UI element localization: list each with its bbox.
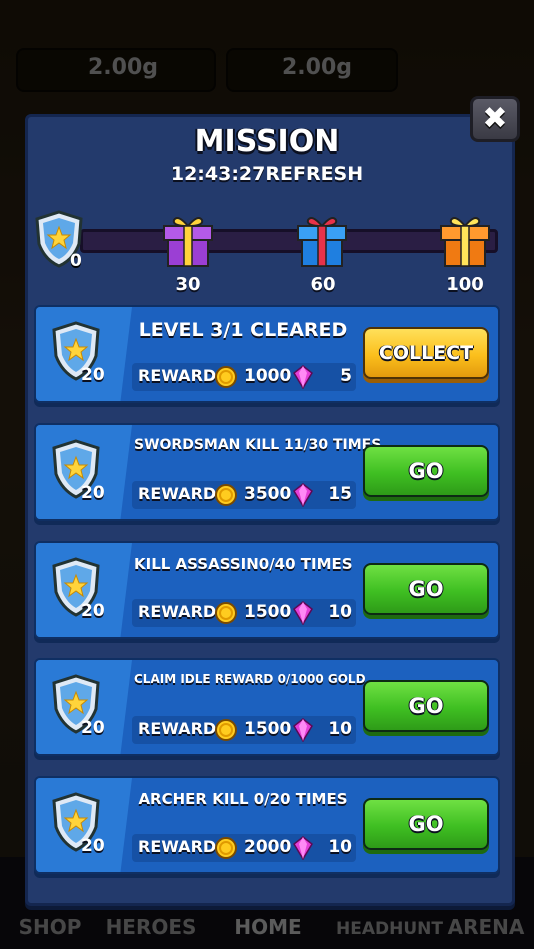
reward-gold-amount: 1500 [244, 602, 292, 622]
go-button[interactable]: GO [363, 680, 489, 732]
mission-title: KILL ASSASSIN0/40 TIMES [134, 555, 353, 573]
reward-label: REWARD [138, 366, 217, 385]
reward-gold-amount: 2000 [244, 837, 292, 857]
mission-points: 20 [81, 601, 105, 621]
gem-icon [293, 601, 313, 625]
mission-points: 20 [81, 718, 105, 738]
reward-gold-amount: 1000 [244, 366, 292, 386]
go-button[interactable]: GO [363, 798, 489, 850]
mission-card-3: 20 KILL ASSASSIN0/40 TIMES REWARD 1500 1… [34, 541, 500, 639]
reward-row: REWARD 1500 10 [132, 716, 356, 744]
mission-progress-bar [80, 229, 498, 253]
gift-box-icon-purple[interactable] [160, 212, 216, 268]
mission-title: LEVEL 3/1 CLEARED [138, 319, 348, 341]
gold-coin-icon [215, 484, 237, 506]
reward-gold-amount: 3500 [244, 484, 292, 504]
reward-gem-amount: 5 [340, 366, 352, 386]
reward-gold-amount: 1500 [244, 719, 292, 739]
mission-title: ARCHER KILL 0/20 TIMES [138, 790, 348, 808]
mission-card-5: 20 ARCHER KILL 0/20 TIMES REWARD 2000 10… [34, 776, 500, 874]
reward-label: REWARD [138, 837, 217, 856]
gem-icon [293, 483, 313, 507]
gift-box-icon-orange[interactable] [437, 212, 493, 268]
go-button[interactable]: GO [363, 563, 489, 615]
progress-current: 0 [70, 251, 82, 271]
mission-points: 20 [81, 836, 105, 856]
reward-gem-amount: 10 [328, 837, 352, 857]
collect-button[interactable]: COLLECT [363, 327, 489, 379]
mission-card-4: 20 CLAIM IDLE REWARD 0/1000 GOLD REWARD … [34, 658, 500, 756]
milestone-label-60: 60 [310, 274, 336, 295]
gift-box-icon-blue[interactable] [294, 212, 350, 268]
mission-card-1: 20 LEVEL 3/1 CLEARED REWARD 1000 5 COLLE… [34, 305, 500, 403]
gold-coin-icon [215, 719, 237, 741]
reward-gem-amount: 10 [328, 602, 352, 622]
mission-points: 20 [81, 483, 105, 503]
milestone-label-30: 30 [175, 274, 201, 295]
reward-row: REWARD 3500 15 [132, 481, 356, 509]
mission-title: SWORDSMAN KILL 11/30 TIMES [134, 437, 382, 453]
modal-title: MISSION [194, 124, 340, 159]
gold-coin-icon [215, 602, 237, 624]
reward-label: REWARD [138, 719, 217, 738]
milestone-label-100: 100 [446, 274, 484, 295]
gem-icon [293, 365, 313, 389]
reward-row: REWARD 2000 10 [132, 834, 356, 862]
reward-gem-amount: 15 [328, 484, 352, 504]
mission-points: 20 [81, 365, 105, 385]
mission-card-2: 20 SWORDSMAN KILL 11/30 TIMES REWARD 350… [34, 423, 500, 521]
mission-title: CLAIM IDLE REWARD 0/1000 GOLD [134, 672, 366, 686]
reward-row: REWARD 1500 10 [132, 599, 356, 627]
reward-label: REWARD [138, 484, 217, 503]
reward-gem-amount: 10 [328, 719, 352, 739]
gold-coin-icon [215, 366, 237, 388]
gold-coin-icon [215, 837, 237, 859]
reward-row: REWARD 1000 5 [132, 363, 356, 391]
gem-icon [293, 718, 313, 742]
refresh-timer: 12:43:27REFRESH [170, 163, 364, 185]
reward-label: REWARD [138, 602, 217, 621]
gem-icon [293, 836, 313, 860]
go-button[interactable]: GO [363, 445, 489, 497]
